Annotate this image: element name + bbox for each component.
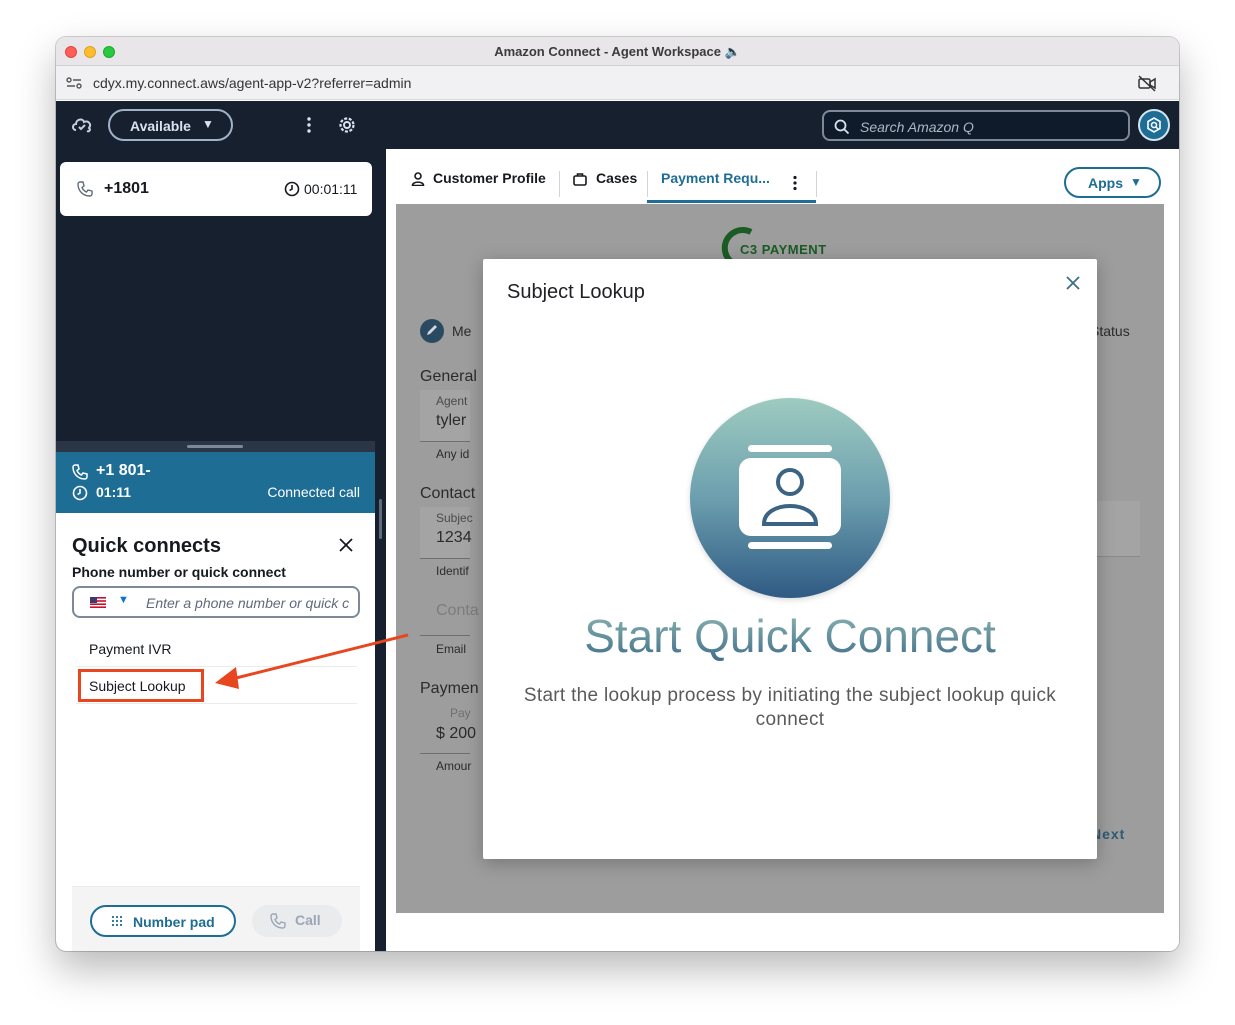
identify-label: Identif [436,564,469,578]
keypad-icon [111,915,123,927]
search-placeholder[interactable]: Search Amazon Q [860,119,974,135]
logo-text: C3 PAYMENT [740,242,827,257]
number-pad-button[interactable]: Number pad [90,905,236,937]
apps-label: Apps [1088,175,1123,191]
ccp-panel: Available ▼ +1801 00:01:11 +1 801- 01:11… [56,101,375,951]
tab-label: Customer Profile [433,170,546,186]
amazon-q-search-input[interactable]: Search Amazon Q [822,110,1130,141]
modal-description: Start the lookup process by initiating t… [523,685,1057,730]
contact-elapsed-time: 00:01:11 [304,181,358,197]
quick-connects-footer: Number pad Call [72,886,360,951]
phone-icon [270,913,286,929]
number-pad-label: Number pad [133,914,215,930]
browser-window: Amazon Connect - Agent Workspace 🔈 cdyx.… [56,37,1179,951]
annotation-highlight-box [78,669,204,702]
call-number: +1 801- [96,462,151,479]
general-label: General [420,368,477,385]
agent-status-dropdown[interactable]: Available ▼ [108,109,233,141]
edit-icon[interactable] [420,319,444,343]
close-icon[interactable] [1065,275,1081,291]
id-card-icon [739,445,841,549]
tab-label: Cases [596,170,638,186]
window-title: Amazon Connect - Agent Workspace 🔈 [494,44,741,59]
more-options-icon[interactable] [307,115,311,135]
tab-customer-profile[interactable]: Customer Profile [411,167,551,203]
any-id-label: Any id [436,447,470,461]
call-status-text: Connected call [267,484,360,500]
workspace-pane: Search Amazon Q Customer Profile Cases P… [386,101,1179,951]
method-label: Me [452,323,472,339]
url-text[interactable]: cdyx.my.connect.aws/agent-app-v2?referre… [93,75,411,91]
tab-payment-request[interactable]: Payment Requ... [661,167,779,203]
subject-lookup-modal: Subject Lookup Start Quick Connect Start… [483,259,1097,859]
chevron-down-icon: ▼ [1130,175,1142,189]
email-label: Email [436,642,467,656]
amount-label: Amour [436,759,472,773]
connect-logo-icon [72,118,92,133]
phone-icon [77,181,93,197]
contact-card-illustration [690,398,890,598]
clock-icon [72,485,88,501]
amount-value: $ 200 [436,725,477,742]
contact-label: Contact [420,485,476,502]
subject-value: 1234 [436,529,472,546]
connected-call-banner: +1 801- 01:11 Connected call [56,452,375,513]
search-icon [834,119,850,135]
close-icon[interactable] [338,537,354,553]
call-duration: 01:11 [96,484,132,500]
quick-connect-item-payment-ivr[interactable]: Payment IVR [76,630,357,667]
contact-number: +1801 [104,180,149,197]
call-button[interactable]: Call [252,905,342,937]
phone-icon [72,464,88,480]
tab-cases[interactable]: Cases [573,167,637,203]
agent-value: tyler [436,412,467,429]
quick-connect-label: Payment IVR [89,641,172,657]
settings-gear-icon[interactable] [337,115,357,135]
contact-input-placeholder: Conta [436,602,479,619]
payment-label: Paymen [420,680,479,697]
address-bar[interactable]: cdyx.my.connect.aws/agent-app-v2?referre… [56,66,1179,100]
quick-connects-title: Quick connects [72,535,221,557]
agent-label: Agent [436,394,468,408]
workspace-topbar: Search Amazon Q [386,101,1179,149]
call-label: Call [295,912,321,928]
tab-separator [816,171,817,197]
user-icon [411,172,425,186]
modal-title: Subject Lookup [507,281,645,303]
tab-separator [559,171,560,197]
resize-grip[interactable] [187,445,243,448]
modal-heading: Start Quick Connect [483,609,1097,663]
amazon-q-icon [1147,117,1161,133]
clock-icon [284,181,300,197]
site-settings-icon[interactable] [66,76,82,90]
divider-grip[interactable] [379,499,382,539]
apps-dropdown-button[interactable]: Apps ▼ [1064,167,1161,198]
camera-off-icon[interactable] [1137,74,1157,92]
workspace-tabs: Customer Profile Cases Payment Requ... [386,149,1179,203]
tab-more-icon[interactable] [793,175,797,191]
tab-separator [647,171,648,197]
active-tab-indicator [647,200,816,203]
window-titlebar: Amazon Connect - Agent Workspace 🔈 [56,37,1179,66]
quick-connect-field-label: Phone number or quick connect [72,564,286,580]
quick-connects-panel: Quick connects Phone number or quick con… [56,513,375,951]
active-contact-card[interactable]: +1801 00:01:11 [60,162,372,216]
third-party-app-frame: C3 PAYMENT Me Status General Agent tyler… [396,204,1164,913]
pane-divider[interactable] [375,101,386,951]
phone-input-placeholder[interactable]: Enter a phone number or quick c [146,595,349,611]
amazon-q-button[interactable] [1138,109,1170,141]
phone-number-input[interactable]: ▼ Enter a phone number or quick c [72,586,360,618]
country-dropdown-icon[interactable]: ▼ [118,594,129,606]
tab-label: Payment Requ... [661,170,770,186]
us-flag-icon[interactable] [90,597,106,608]
pay-label: Pay [450,706,471,720]
agent-status-label: Available [130,118,191,134]
chevron-down-icon: ▼ [202,117,214,131]
subject-label: Subjec [436,511,473,525]
briefcase-icon [573,173,587,186]
